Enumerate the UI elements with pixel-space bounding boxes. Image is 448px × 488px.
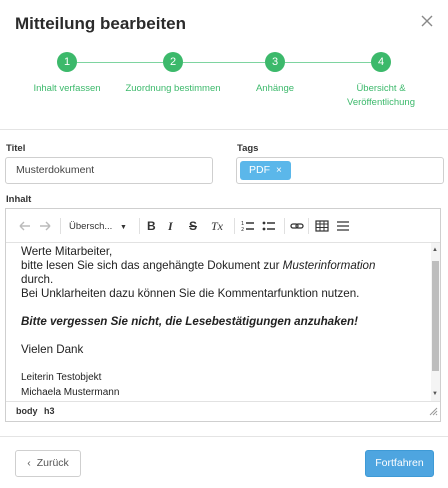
- chevron-left-icon: ‹: [27, 457, 31, 469]
- scroll-down-icon[interactable]: ▼: [432, 391, 438, 397]
- ordered-list-icon[interactable]: 12: [241, 219, 255, 236]
- signature-role: Leiterin Testobjekt: [21, 372, 102, 383]
- back-button-label: Zurück: [36, 457, 69, 469]
- step-connector: [77, 62, 163, 63]
- step-connector: [183, 62, 265, 63]
- link-icon[interactable]: [290, 219, 304, 236]
- step-2-circle[interactable]: 2: [163, 52, 183, 72]
- signature-name: Michaela Mustermann: [21, 387, 120, 398]
- step-4-label-line1: Übersicht &: [356, 83, 406, 94]
- content-label: Inhalt: [6, 194, 32, 205]
- content-line: Bei Unklarheiten dazu können Sie die Kom…: [21, 287, 360, 300]
- rich-text-editor[interactable]: Übersch... ▼ B I S Tx 12 Werte Mitarbeit…: [5, 208, 441, 422]
- step-connector: [285, 62, 371, 63]
- continue-button[interactable]: Fortfahren: [365, 450, 434, 477]
- step-1-circle[interactable]: 1: [57, 52, 77, 72]
- dialog-title: Mitteilung bearbeiten: [15, 14, 186, 33]
- title-input[interactable]: Musterdokument: [5, 157, 213, 184]
- editor-scrollbar[interactable]: ▲ ▼: [431, 243, 440, 401]
- edit-message-dialog: Mitteilung bearbeiten 1 2 3 4 Inhalt ver…: [0, 0, 448, 488]
- content-italic-text: Musterinformation: [282, 259, 376, 272]
- resize-handle-icon[interactable]: [429, 407, 438, 418]
- undo-icon[interactable]: [18, 219, 32, 236]
- strikethrough-button[interactable]: S: [189, 219, 197, 233]
- step-4-circle[interactable]: 4: [371, 52, 391, 72]
- clear-format-button[interactable]: Tx: [211, 219, 223, 233]
- bold-button[interactable]: B: [147, 219, 156, 233]
- table-icon[interactable]: [315, 219, 329, 236]
- scroll-up-icon[interactable]: ▲: [432, 247, 438, 253]
- element-path-h3[interactable]: h3: [44, 406, 55, 416]
- format-select-value: Übersch...: [69, 221, 113, 232]
- content-line: bitte lesen Sie sich das angehängte Doku…: [21, 259, 430, 273]
- chevron-down-icon: ▼: [119, 224, 127, 231]
- header-divider: [0, 129, 448, 130]
- tags-label: Tags: [237, 143, 259, 154]
- tag-remove-icon[interactable]: ×: [276, 165, 282, 176]
- step-4-label-line2: Veröffentlichung: [347, 97, 415, 108]
- editor-toolbar: Übersch... ▼ B I S Tx 12: [6, 209, 440, 243]
- step-4-label[interactable]: Übersicht & Veröffentlichung: [331, 82, 431, 110]
- step-3-circle[interactable]: 3: [265, 52, 285, 72]
- title-label: Titel: [6, 143, 26, 154]
- content-closing: Vielen Dank: [21, 343, 84, 356]
- format-select[interactable]: Übersch... ▼: [69, 220, 127, 235]
- toolbar-separator: [234, 218, 235, 234]
- svg-text:2: 2: [241, 227, 244, 233]
- unordered-list-icon[interactable]: [262, 219, 276, 236]
- content-line: durch.: [21, 273, 54, 286]
- toolbar-separator: [139, 218, 140, 234]
- toolbar-separator: [60, 218, 61, 234]
- clear-format-label: Tx: [211, 219, 223, 233]
- content-line: Werte Mitarbeiter,: [21, 245, 113, 258]
- back-button[interactable]: ‹ Zurück: [15, 450, 81, 477]
- step-2-label[interactable]: Zuordnung bestimmen: [113, 82, 233, 96]
- content-emphasis: Bitte vergessen Sie nicht, die Lesebestä…: [21, 315, 358, 328]
- element-path-body[interactable]: body: [16, 406, 38, 416]
- editor-content[interactable]: Werte Mitarbeiter, bitte lesen Sie sich …: [6, 243, 430, 401]
- editor-statusbar: body h3: [6, 401, 440, 421]
- italic-button[interactable]: I: [168, 219, 173, 233]
- content-text: bitte lesen Sie sich das angehängte Doku…: [21, 259, 283, 272]
- redo-icon[interactable]: [38, 219, 52, 236]
- close-icon[interactable]: [416, 10, 438, 32]
- toolbar-separator: [308, 218, 309, 234]
- horizontal-rule-icon[interactable]: [336, 219, 350, 236]
- tag-chip-pdf: PDF ×: [240, 161, 291, 180]
- step-1-label[interactable]: Inhalt verfassen: [17, 82, 117, 96]
- step-3-label[interactable]: Anhänge: [235, 82, 315, 96]
- footer-divider: [0, 436, 448, 437]
- toolbar-separator: [284, 218, 285, 234]
- tag-label: PDF: [249, 164, 270, 176]
- scrollbar-thumb[interactable]: [432, 261, 439, 371]
